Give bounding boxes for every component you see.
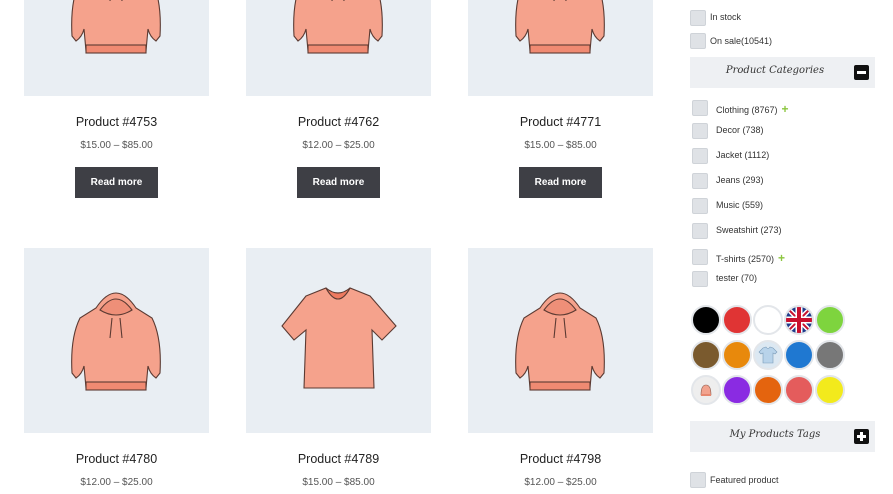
- hoodie-image[interactable]: [246, 0, 431, 96]
- product-tags-panel-header[interactable]: My Products Tags: [690, 421, 875, 452]
- read-more-button[interactable]: Read more: [297, 167, 380, 198]
- product-tags-title: My Products Tags: [729, 429, 821, 440]
- orange-color-swatch[interactable]: [722, 340, 752, 370]
- product-price: $15.00 – $85.00: [302, 477, 375, 488]
- category-label[interactable]: Sweatshirt (273): [716, 225, 782, 235]
- category-label[interactable]: Jeans (293): [716, 175, 764, 185]
- tshirt-image[interactable]: [246, 248, 431, 433]
- hoodie-image[interactable]: [468, 0, 653, 96]
- read-more-button[interactable]: Read more: [75, 167, 158, 198]
- minus-icon[interactable]: [854, 65, 869, 80]
- category-label-text: Sweatshirt (273): [716, 225, 782, 235]
- plus-icon[interactable]: [854, 429, 869, 444]
- featured-product-label: Featured product: [710, 475, 779, 485]
- in-stock-checkbox[interactable]: [690, 10, 706, 26]
- coral-color-swatch[interactable]: [784, 375, 814, 405]
- on-sale-label: On sale(10541): [710, 36, 773, 46]
- brown-color-swatch[interactable]: [691, 340, 721, 370]
- category-checkbox[interactable]: [692, 198, 708, 214]
- white-color-swatch[interactable]: [753, 305, 783, 335]
- product-card: Product #4789 $15.00 – $85.00: [246, 248, 431, 488]
- product-price: $12.00 – $25.00: [524, 477, 597, 488]
- featured-product-checkbox[interactable]: [690, 472, 706, 488]
- product-title[interactable]: Product #4753: [24, 115, 209, 129]
- category-label[interactable]: Decor (738): [716, 125, 764, 135]
- product-title[interactable]: Product #4798: [468, 452, 653, 466]
- product-price: $15.00 – $85.00: [524, 140, 597, 151]
- category-label[interactable]: T-shirts (2570) +: [716, 251, 785, 265]
- category-label-text: T-shirts (2570): [716, 254, 775, 264]
- category-label-text: Music (559): [716, 200, 764, 210]
- on-sale-checkbox[interactable]: [690, 33, 706, 49]
- product-card: Product #4771 $15.00 – $85.00 Read more: [468, 0, 653, 198]
- hoodie-image[interactable]: [24, 248, 209, 433]
- category-label[interactable]: tester (70): [716, 273, 757, 283]
- product-title[interactable]: Product #4780: [24, 452, 209, 466]
- hoodie-image[interactable]: [24, 0, 209, 96]
- dark-orange-color-swatch[interactable]: [753, 375, 783, 405]
- category-checkbox[interactable]: [692, 100, 708, 116]
- category-label-text: Jeans (293): [716, 175, 764, 185]
- product-card: Product #4780 $12.00 – $25.00: [24, 248, 209, 488]
- category-label[interactable]: Clothing (8767) +: [716, 102, 789, 116]
- category-checkbox[interactable]: [692, 249, 708, 265]
- product-price: $12.00 – $25.00: [80, 477, 153, 488]
- category-label-text: Decor (738): [716, 125, 764, 135]
- category-label-text: Clothing (8767): [716, 105, 778, 115]
- gray-color-swatch[interactable]: [815, 340, 845, 370]
- product-title[interactable]: Product #4762: [246, 115, 431, 129]
- category-label-text: tester (70): [716, 273, 758, 283]
- black-color-swatch[interactable]: [691, 305, 721, 335]
- category-checkbox[interactable]: [692, 173, 708, 189]
- category-checkbox[interactable]: [692, 271, 708, 287]
- product-title[interactable]: Product #4789: [246, 452, 431, 466]
- product-card: Product #4753 $15.00 – $85.00 Read more: [24, 0, 209, 198]
- green-color-swatch[interactable]: [815, 305, 845, 335]
- category-label-text: Jacket (1112): [716, 150, 770, 160]
- expand-plus-icon[interactable]: +: [782, 102, 789, 116]
- union-jack-flag-color-swatch[interactable]: [784, 305, 814, 335]
- product-card: Product #4762 $12.00 – $25.00 Read more: [246, 0, 431, 198]
- in-stock-label: In stock: [710, 12, 742, 22]
- hoodie-image[interactable]: [468, 248, 653, 433]
- category-label[interactable]: Music (559): [716, 200, 763, 210]
- category-checkbox[interactable]: [692, 148, 708, 164]
- red-color-swatch[interactable]: [722, 305, 752, 335]
- category-checkbox[interactable]: [692, 223, 708, 239]
- blue-color-swatch[interactable]: [784, 340, 814, 370]
- purple-color-swatch[interactable]: [722, 375, 752, 405]
- expand-plus-icon[interactable]: +: [778, 251, 785, 265]
- product-price: $12.00 – $25.00: [302, 140, 375, 151]
- product-title[interactable]: Product #4771: [468, 115, 653, 129]
- filter-sidebar: In stock On sale(10541) Product Categori…: [690, 0, 893, 494]
- product-categories-panel-header[interactable]: Product Categories: [690, 57, 875, 88]
- category-label[interactable]: Jacket (1112): [716, 150, 769, 160]
- product-card: Product #4798 $12.00 – $25.00: [468, 248, 653, 488]
- shirt-image-color-swatch[interactable]: [753, 340, 783, 370]
- product-categories-title: Product Categories: [725, 65, 825, 76]
- read-more-button[interactable]: Read more: [519, 167, 602, 198]
- yellow-color-swatch[interactable]: [815, 375, 845, 405]
- hat-image-color-swatch[interactable]: [691, 375, 721, 405]
- product-price: $15.00 – $85.00: [80, 140, 153, 151]
- category-checkbox[interactable]: [692, 123, 708, 139]
